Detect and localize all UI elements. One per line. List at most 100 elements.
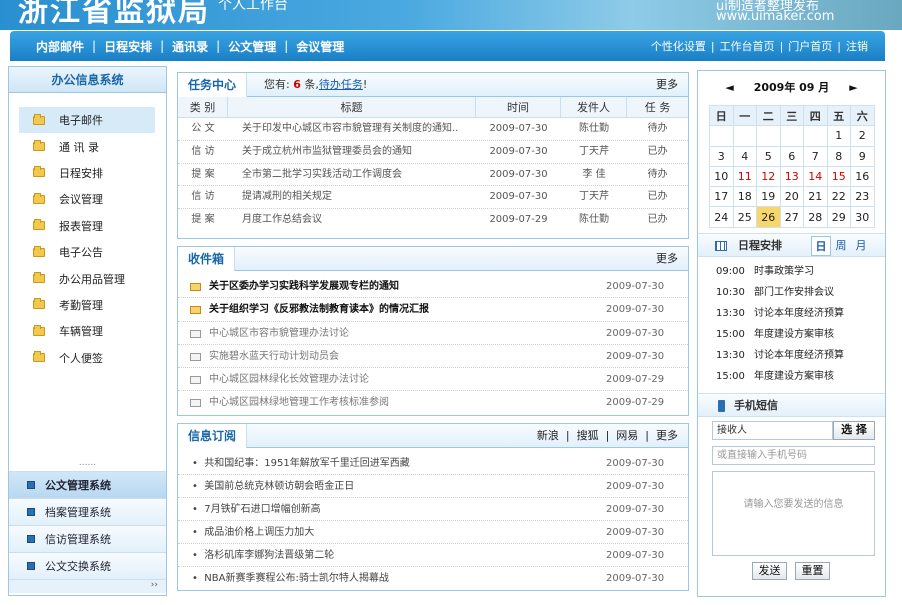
system-document-exchange[interactable]: 公文交换系统 [9, 552, 166, 579]
mail-subject[interactable]: 中心城区园林绿地管理工作考核标准参阅 [209, 391, 606, 414]
list-item[interactable]: • 美国前总统克林顿访朝会晤金正日 2009-07-30 [178, 475, 688, 498]
calendar-day[interactable]: 8 [826, 145, 851, 167]
feed-headline[interactable]: • NBA新赛季赛程公布:骑士凯尔特人揭幕战 [192, 567, 606, 590]
calendar-day[interactable]: 30 [850, 206, 875, 228]
pending-tasks-link[interactable]: 待办任务 [319, 78, 363, 91]
cell-title[interactable]: 关于成立杭州市监狱管理委员会的通知 [228, 141, 476, 163]
table-row[interactable]: 公 文 关于印发中心城区市容市貌管理有关制度的通知.. 2009-07-30 陈仕勤 待… [178, 118, 688, 141]
prev-month-arrow[interactable]: ◄ [715, 81, 743, 94]
tab-month[interactable]: 月 [851, 236, 871, 256]
nav-documents[interactable]: 公文管理 [220, 38, 284, 55]
tab-day[interactable]: 日 [811, 235, 831, 256]
sidebar-item-email[interactable]: 电子邮件 [19, 107, 155, 134]
list-item[interactable]: 实施碧水蓝天行动计划动员会 2009-07-30 [178, 345, 688, 369]
calendar-day[interactable]: 6 [779, 145, 804, 167]
nav-portal-home[interactable]: 门户首页 [783, 38, 837, 54]
table-row[interactable]: 信 访 提请减刑的相关规定 2009-07-30 丁天芹 已办 [178, 186, 688, 210]
schedule-item[interactable]: 10:30 部门工作安排会议 [698, 282, 885, 303]
calendar-day[interactable]: 16 [850, 165, 875, 188]
message-textarea[interactable]: 请输入您要发送的信息 [712, 471, 875, 556]
reset-button[interactable]: 重置 [795, 562, 830, 580]
nav-schedule[interactable]: 日程安排 [96, 38, 160, 55]
schedule-item[interactable]: 15:00 年度建设方案审核 [698, 366, 885, 387]
nav-mail[interactable]: 内部邮件 [28, 38, 92, 55]
cell-title[interactable]: 月度工作总结会议 [228, 209, 476, 232]
calendar-day[interactable]: 19 [756, 186, 781, 208]
calendar-day[interactable]: 18 [732, 186, 757, 208]
feed-headline[interactable]: • 美国前总统克林顿访朝会晤金正日 [192, 475, 606, 497]
list-item[interactable]: • 共和国纪事：1951年解放军千里迁回进军西藏 2009-07-30 [178, 452, 688, 475]
list-item[interactable]: 中心城区市容市貌管理办法讨论 2009-07-30 [178, 322, 688, 345]
nav-logout[interactable]: 注销 [841, 38, 873, 54]
calendar-day[interactable]: 4 [732, 145, 757, 167]
calendar-day[interactable]: 3 [709, 145, 734, 167]
receiver-field[interactable]: 接收人 [712, 421, 833, 440]
calendar-day[interactable]: 27 [779, 206, 804, 228]
sidebar-item-meetings[interactable]: 会议管理 [19, 186, 155, 212]
schedule-item[interactable]: 13:30 讨论本年度经济预算 [698, 303, 885, 324]
table-row[interactable]: 信 访 关于成立杭州市监狱管理委员会的通知 2009-07-30 丁天芹 已办 [178, 141, 688, 164]
inbox-more-link[interactable]: 更多 [656, 247, 678, 271]
task-more-link[interactable]: 更多 [656, 73, 678, 97]
mail-subject[interactable]: 中心城区园林绿化长效管理办法讨论 [209, 368, 606, 390]
system-petition-mgmt[interactable]: 信访管理系统 [9, 525, 166, 552]
next-month-arrow[interactable]: ► [839, 81, 867, 94]
list-item[interactable]: • NBA新赛季赛程公布:骑士凯尔特人揭幕战 2009-07-30 [178, 567, 688, 590]
list-item[interactable]: • 洛杉矶库李娜狗法晋级第二轮 2009-07-30 [178, 544, 688, 567]
calendar-day[interactable]: 21 [803, 186, 828, 208]
calendar-day[interactable]: 24 [709, 206, 734, 228]
mail-subject[interactable]: 实施碧水蓝天行动计划动员会 [209, 345, 606, 367]
cell-title[interactable]: 关于印发中心城区市容市貌管理有关制度的通知.. [228, 118, 476, 140]
calendar-day[interactable]: 25 [732, 206, 757, 228]
list-item[interactable]: 中心城区园林绿地管理工作考核标准参阅 2009-07-29 [178, 391, 688, 414]
nav-workbench-home[interactable]: 工作台首页 [715, 38, 780, 54]
tab-week[interactable]: 周 [831, 236, 851, 256]
feed-link-netease[interactable]: 网易 [616, 429, 638, 442]
calendar-day-holiday[interactable]: 13 [779, 165, 804, 188]
calendar-day[interactable]: 9 [850, 145, 875, 167]
cell-title[interactable]: 全市第二批学习实践活动工作调度会 [228, 164, 476, 186]
sidebar-item-notes[interactable]: 个人便签 [19, 345, 155, 371]
schedule-item[interactable]: 09:00 时事政策学习 [698, 261, 885, 282]
nav-personal-settings[interactable]: 个性化设置 [646, 38, 711, 54]
sidebar-item-vehicles[interactable]: 车辆管理 [19, 318, 155, 344]
calendar-day[interactable]: 29 [826, 206, 851, 228]
calendar-day-holiday[interactable]: 11 [732, 165, 757, 188]
sidebar-item-supplies[interactable]: 办公用品管理 [19, 265, 155, 291]
mail-subject[interactable]: 关于区委办学习实践科学发展观专栏的通知 [209, 275, 606, 297]
sidebar-item-schedule[interactable]: 日程安排 [19, 160, 155, 186]
calendar-day[interactable]: 23 [850, 186, 875, 208]
calendar-day[interactable]: 22 [826, 186, 851, 208]
more-systems-arrow[interactable]: ›› [9, 579, 166, 593]
cell-title[interactable]: 提请减刑的相关规定 [228, 186, 476, 208]
list-item[interactable]: 关于组织学习《反邪教法制教育读本》的情况汇报 2009-07-30 [178, 298, 688, 322]
sidebar-item-bulletin[interactable]: 电子公告 [19, 239, 155, 265]
schedule-item[interactable]: 15:00 年度建设方案审核 [698, 324, 885, 345]
feed-link-sohu[interactable]: 搜狐 [577, 429, 599, 442]
sidebar-item-contacts[interactable]: 通 讯 录 [19, 133, 155, 159]
phone-number-input[interactable]: 或直接输入手机号码 [712, 446, 875, 465]
send-button[interactable]: 发送 [752, 562, 787, 580]
system-document-mgmt[interactable]: 公文管理系统 [9, 471, 166, 498]
schedule-item[interactable]: 13:30 讨论本年度经济预算 [698, 345, 885, 366]
nav-meetings[interactable]: 会议管理 [288, 38, 352, 55]
calendar-day[interactable]: 17 [709, 186, 734, 208]
list-item[interactable]: • 7月铁矿石进口增幅创新高 2009-07-30 [178, 498, 688, 521]
mail-subject[interactable]: 关于组织学习《反邪教法制教育读本》的情况汇报 [209, 298, 606, 320]
feed-headline[interactable]: • 洛杉矶库李娜狗法晋级第二轮 [192, 544, 606, 566]
calendar-day[interactable]: 2 [850, 125, 875, 147]
sidebar-item-attendance[interactable]: 考勤管理 [19, 292, 155, 318]
calendar-day-holiday[interactable]: 12 [756, 165, 781, 188]
calendar-day[interactable]: 20 [779, 186, 804, 208]
choose-receiver-button[interactable]: 选 择 [833, 421, 875, 440]
calendar-day-today[interactable]: 26 [756, 206, 781, 228]
calendar-day[interactable]: 7 [803, 145, 828, 167]
table-row[interactable]: 提 案 月度工作总结会议 2009-07-29 陈仕勤 已办 [178, 209, 688, 232]
feed-link-sina[interactable]: 新浪 [537, 429, 559, 442]
feed-more-link[interactable]: 更多 [656, 429, 678, 442]
calendar-day[interactable]: 5 [756, 145, 781, 167]
sidebar-item-reports[interactable]: 报表管理 [19, 213, 155, 239]
system-archive-mgmt[interactable]: 档案管理系统 [9, 498, 166, 525]
collapse-handle[interactable]: ...... [9, 459, 166, 471]
feed-headline[interactable]: • 成品油价格上调压力加大 [192, 521, 606, 543]
